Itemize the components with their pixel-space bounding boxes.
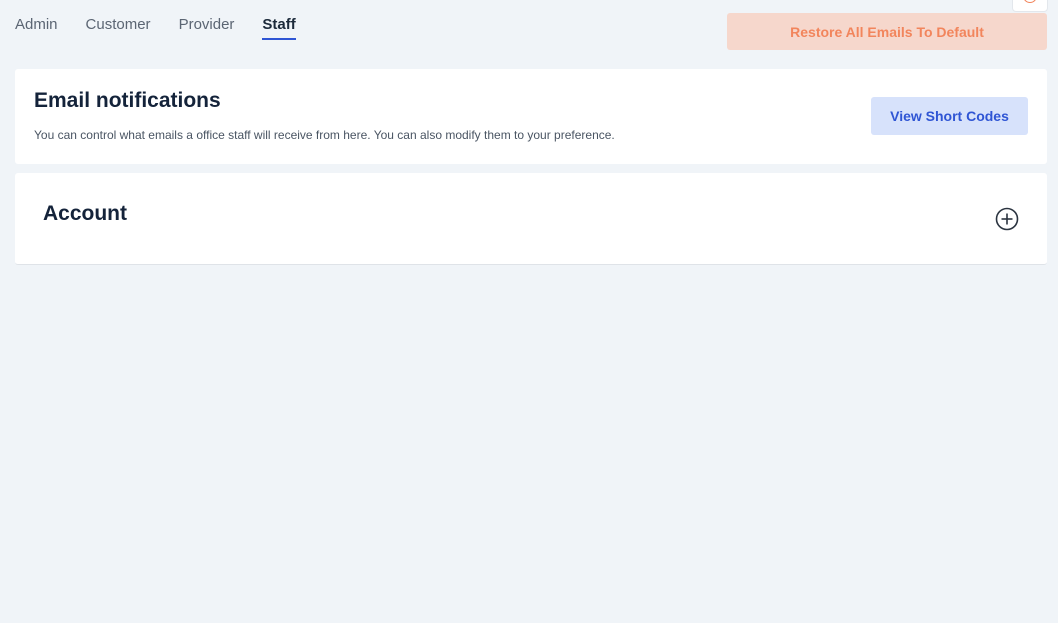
tab-customer[interactable]: Customer xyxy=(86,16,151,40)
plus-circle-icon[interactable] xyxy=(995,207,1019,231)
email-notifications-card: Email notifications You can control what… xyxy=(15,69,1047,164)
page: Admin Customer Provider Staff Restore Al… xyxy=(0,0,1058,623)
view-short-codes-button[interactable]: View Short Codes xyxy=(871,97,1028,135)
tab-provider[interactable]: Provider xyxy=(179,16,235,40)
restore-defaults-button[interactable]: Restore All Emails To Default xyxy=(727,13,1047,50)
recipient-tabs: Admin Customer Provider Staff xyxy=(15,16,296,40)
account-section[interactable]: Account xyxy=(15,173,1047,265)
help-icon xyxy=(1023,0,1037,3)
tab-admin[interactable]: Admin xyxy=(15,16,58,40)
tab-staff[interactable]: Staff xyxy=(262,16,296,40)
card-description: You can control what emails a office sta… xyxy=(34,128,615,142)
card-title: Email notifications xyxy=(34,89,221,112)
help-widget[interactable] xyxy=(1012,0,1048,12)
section-title: Account xyxy=(43,202,127,225)
